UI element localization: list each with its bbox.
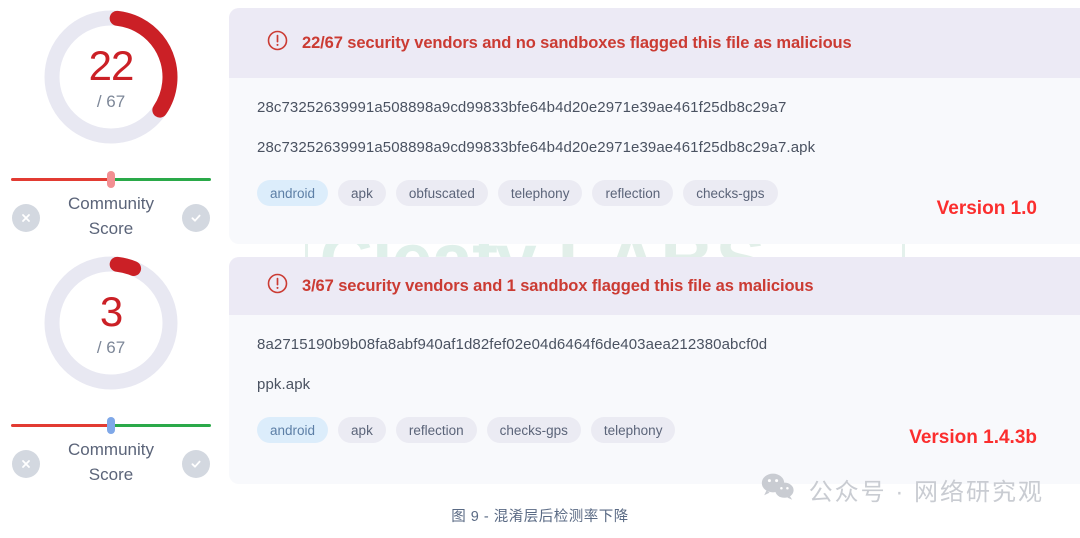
- file-tag[interactable]: checks-gps: [486, 417, 581, 443]
- detection-alert-text-1: 22/67 security vendors and no sandboxes …: [302, 33, 852, 52]
- slider-track-positive-1: [111, 178, 211, 181]
- check-icon: [189, 211, 203, 225]
- file-hash-1[interactable]: 28c73252639991a508898a9cd99833bfe64b4d20…: [257, 100, 1080, 115]
- file-tag[interactable]: telephony: [497, 180, 583, 206]
- detection-alert-text-2: 3/67 security vendors and 1 sandbox flag…: [302, 276, 814, 295]
- file-details-2: 8a2715190b9b08fa8abf940af1d82fef02e04d64…: [229, 315, 1080, 443]
- detection-total-1: / 67: [96, 91, 126, 111]
- wechat-attribution: 公众号 · 网络研究观: [761, 472, 1044, 507]
- report-area: 22/67 security vendors and no sandboxes …: [229, 8, 1080, 484]
- score-block-1: 22 / 67 Community Score: [0, 2, 222, 250]
- screenshot-root: .Cleafy LABS 22 / 67: [0, 0, 1080, 538]
- file-tag[interactable]: reflection: [395, 417, 477, 443]
- wechat-icon: [761, 472, 795, 507]
- slider-track-negative-1: [11, 178, 111, 181]
- file-name-2[interactable]: ppk.apk: [257, 377, 1080, 392]
- file-details-1: 28c73252639991a508898a9cd99833bfe64b4d20…: [229, 78, 1080, 206]
- wechat-account-name: 公众号 · 网络研究观: [808, 479, 1044, 506]
- file-tag[interactable]: telephony: [590, 417, 676, 443]
- community-score-slider-2[interactable]: [11, 417, 211, 434]
- slider-thumb-2[interactable]: [107, 417, 115, 434]
- detection-gauge-2: 3 / 67: [36, 248, 186, 398]
- file-tag[interactable]: obfuscated: [395, 180, 488, 206]
- file-tag[interactable]: android: [257, 417, 329, 443]
- file-tag[interactable]: reflection: [592, 180, 674, 206]
- slider-thumb-1[interactable]: [107, 171, 115, 188]
- version-annotation-1: Version 1.0: [936, 198, 1037, 219]
- check-icon: [189, 457, 203, 471]
- file-tag[interactable]: android: [257, 180, 329, 206]
- community-score-slider-1[interactable]: [11, 171, 211, 188]
- score-panel: 22 / 67 Community Score 3 / 67 Community…: [0, 0, 222, 500]
- exclamation-circle-icon: [267, 30, 288, 56]
- vote-harmless-button-2[interactable]: [182, 450, 210, 478]
- detection-count-2: 3: [99, 287, 123, 335]
- file-hash-2[interactable]: 8a2715190b9b08fa8abf940af1d82fef02e04d64…: [257, 337, 1080, 352]
- gauge-center-2: 3 / 67: [36, 248, 186, 398]
- community-score-row-1: Community Score: [6, 192, 216, 250]
- detection-alert-banner-2: 3/67 security vendors and 1 sandbox flag…: [229, 257, 1080, 315]
- detection-total-2: / 67: [96, 337, 126, 357]
- slider-track-positive-2: [111, 424, 211, 427]
- detection-count-1: 22: [88, 41, 135, 89]
- file-name-1[interactable]: 28c73252639991a508898a9cd99833bfe64b4d20…: [257, 140, 1080, 155]
- file-tag[interactable]: checks-gps: [683, 180, 778, 206]
- file-report-card-2: 3/67 security vendors and 1 sandbox flag…: [229, 257, 1080, 484]
- slider-track-negative-2: [11, 424, 111, 427]
- score-block-2: 3 / 67 Community Score: [0, 248, 222, 496]
- vote-harmless-button-1[interactable]: [182, 204, 210, 232]
- file-tag[interactable]: apk: [338, 417, 386, 443]
- detection-alert-banner-1: 22/67 security vendors and no sandboxes …: [229, 8, 1080, 78]
- detection-gauge-1: 22 / 67: [36, 2, 186, 152]
- community-score-row-2: Community Score: [6, 438, 216, 496]
- file-tag[interactable]: apk: [338, 180, 386, 206]
- version-annotation-2: Version 1.4.3b: [909, 427, 1037, 448]
- figure-caption: 图 9 - 混淆层后检测率下降: [451, 509, 629, 525]
- gauge-center-1: 22 / 67: [36, 2, 186, 152]
- file-report-card-1: 22/67 security vendors and no sandboxes …: [229, 8, 1080, 244]
- exclamation-circle-icon: [267, 273, 288, 299]
